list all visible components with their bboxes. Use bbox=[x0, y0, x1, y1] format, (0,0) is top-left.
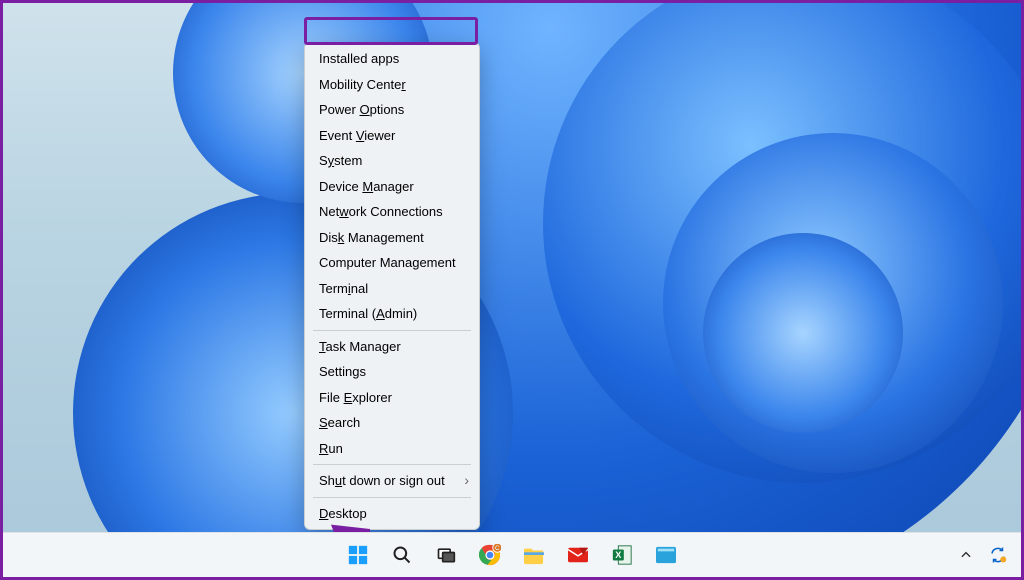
search-taskbar-icon[interactable] bbox=[384, 537, 420, 573]
menu-separator bbox=[313, 497, 471, 498]
menu-item-mobility-center[interactable]: Mobility Center bbox=[305, 72, 479, 98]
taskbar-tray bbox=[953, 537, 1011, 573]
menu-item-power-options[interactable]: Power Options bbox=[305, 97, 479, 123]
taskbar-center: CX bbox=[340, 537, 684, 573]
menu-item-terminal[interactable]: Terminal bbox=[305, 276, 479, 302]
svg-text:C: C bbox=[495, 545, 500, 552]
winx-context-menu: Installed appsMobility CenterPower Optio… bbox=[304, 42, 480, 530]
menu-item-terminal-admin[interactable]: Terminal (Admin) bbox=[305, 301, 479, 327]
sync-tray-icon[interactable] bbox=[985, 537, 1011, 573]
menu-separator bbox=[313, 464, 471, 465]
menu-item-search[interactable]: Search bbox=[305, 410, 479, 436]
excel-taskbar-icon[interactable]: X bbox=[604, 537, 640, 573]
screenshot-frame: Installed appsMobility CenterPower Optio… bbox=[0, 0, 1024, 580]
menu-item-run[interactable]: Run bbox=[305, 436, 479, 462]
chevron-up-tray-icon[interactable] bbox=[953, 537, 979, 573]
menu-item-network-connections[interactable]: Network Connections bbox=[305, 199, 479, 225]
edge-taskbar-icon[interactable] bbox=[648, 537, 684, 573]
taskbar: CX bbox=[3, 532, 1021, 577]
start-taskbar-icon[interactable] bbox=[340, 537, 376, 573]
menu-item-task-manager[interactable]: Task Manager bbox=[305, 334, 479, 360]
outlook-taskbar-icon[interactable] bbox=[560, 537, 596, 573]
menu-item-event-viewer[interactable]: Event Viewer bbox=[305, 123, 479, 149]
menu-item-computer-management[interactable]: Computer Management bbox=[305, 250, 479, 276]
menu-separator bbox=[313, 330, 471, 331]
menu-item-installed-apps[interactable]: Installed apps bbox=[305, 46, 479, 72]
chrome-taskbar-icon[interactable]: C bbox=[472, 537, 508, 573]
menu-item-desktop[interactable]: Desktop bbox=[305, 501, 479, 527]
menu-item-system[interactable]: System bbox=[305, 148, 479, 174]
menu-item-shut-down-or-sign-out[interactable]: Shut down or sign out bbox=[305, 468, 479, 494]
svg-text:X: X bbox=[615, 550, 622, 560]
menu-item-disk-management[interactable]: Disk Management bbox=[305, 225, 479, 251]
task-view-taskbar-icon[interactable] bbox=[428, 537, 464, 573]
menu-item-settings[interactable]: Settings bbox=[305, 359, 479, 385]
desktop-wallpaper bbox=[3, 3, 1021, 577]
explorer-taskbar-icon[interactable] bbox=[516, 537, 552, 573]
menu-item-file-explorer[interactable]: File Explorer bbox=[305, 385, 479, 411]
menu-item-device-manager[interactable]: Device Manager bbox=[305, 174, 479, 200]
